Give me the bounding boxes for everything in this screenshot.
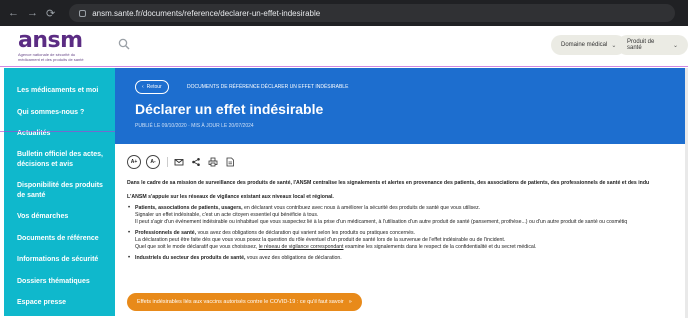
font-decrease-button[interactable]: A- (146, 155, 160, 169)
breadcrumb-current: DÉCLARER UN EFFET INDÉSIRABLE (261, 84, 349, 90)
list-item-text: vous avez des obligations de déclaration… (245, 255, 342, 261)
sidebar-item-dossiers[interactable]: Dossiers thématiques (17, 277, 109, 287)
chevron-down-icon: ⌄ (672, 42, 678, 49)
pdf-download-icon[interactable] (225, 157, 235, 167)
logo-wordmark: ansm (18, 28, 83, 53)
list-item: Industriels du secteur des produits de s… (127, 255, 688, 262)
print-icon[interactable] (208, 157, 218, 167)
list-item-text: Signaler un effet indésirable, c'est un … (135, 212, 319, 218)
sidebar-item-medicaments[interactable]: Les médicaments et moi (17, 86, 109, 96)
search-icon[interactable] (118, 38, 130, 50)
sidebar-item-bulletin[interactable]: Bulletin officiel des actes, décisions e… (17, 150, 109, 170)
product-menu-button[interactable]: Produit de santé ⌄ (617, 35, 688, 55)
list-item-text: vous avez des obligations de déclaration… (196, 230, 415, 236)
list-item-title: Professionnels de santé, (135, 230, 197, 236)
sidebar-item-securite[interactable]: Informations de sécurité (17, 255, 109, 265)
product-menu-label: Produit de santé (627, 39, 655, 51)
site-header: ansm Agence nationale de sécurité du méd… (0, 26, 688, 66)
toolbar-divider (167, 157, 168, 167)
list-item-title: Industriels du secteur des produits de s… (135, 255, 246, 261)
email-icon[interactable] (174, 157, 184, 167)
reload-icon[interactable]: ⟳ (46, 7, 55, 20)
intro-paragraph: Dans le cadre de sa mission de surveilla… (127, 180, 650, 186)
back-button-label: Retour (146, 84, 162, 90)
list-item-text: examine les signalements dans le respect… (343, 244, 537, 250)
article-body: Dans le cadre de sa mission de surveilla… (127, 180, 688, 262)
chevron-left-icon: ‹ (142, 84, 144, 90)
list-item-text: en déclarant vous contribuez avec nous à… (242, 205, 481, 211)
network-paragraph: L'ANSM s'appuie sur les réseaux de vigil… (127, 194, 334, 200)
ansm-logo[interactable]: ansm Agence nationale de sécurité du méd… (18, 28, 98, 63)
back-button[interactable]: ‹ Retour (135, 80, 169, 94)
reporter-list: Patients, associations de patients, usag… (127, 205, 688, 262)
chevron-down-icon: ⌄ (611, 42, 617, 49)
sidebar-item-demarches[interactable]: Vos démarches (17, 212, 109, 222)
page-hero: ‹ Retour DOCUMENTS DE RÉFÉRENCE › DÉCLAR… (115, 68, 688, 144)
font-increase-button[interactable]: A+ (127, 155, 141, 169)
covid-vaccine-button[interactable]: Effets indésirables liés aux vaccins aut… (127, 293, 362, 311)
sidebar-item-presse[interactable]: Espace presse (17, 298, 109, 308)
browser-toolbar: ← → ⟳ ansm.sante.fr/documents/reference/… (0, 0, 688, 26)
breadcrumb-documents[interactable]: DOCUMENTS DE RÉFÉRENCE (187, 84, 260, 90)
address-bar[interactable]: ansm.sante.fr/documents/reference/declar… (69, 4, 676, 22)
page-toolbar: A+ A- (127, 155, 242, 169)
page-title: Déclarer un effet indésirable (135, 101, 324, 117)
forward-arrow-icon[interactable]: → (27, 7, 38, 20)
lock-icon (79, 9, 87, 17)
back-arrow-icon[interactable]: ← (8, 7, 19, 20)
browser-nav: ← → ⟳ (8, 7, 55, 20)
publication-dates: PUBLIÉ LE 09/10/2020 · MIS À JOUR LE 20/… (135, 123, 254, 129)
list-item: Professionnels de santé, vous avez des o… (127, 230, 688, 251)
list-item-text: Il peut s'agir d'un événement indésirabl… (135, 219, 628, 225)
sidebar-item-qui-sommes-nous[interactable]: Qui sommes-nous ? (17, 108, 109, 118)
list-item: Patients, associations de patients, usag… (127, 205, 688, 226)
list-item-text: La déclaration peut être faite dès que v… (135, 237, 506, 243)
sidebar-item-disponibilite[interactable]: Disponibilité des produits de santé (17, 181, 109, 201)
covid-vaccine-button-label: Effets indésirables liés aux vaccins aut… (137, 299, 344, 305)
url-text: ansm.sante.fr/documents/reference/declar… (92, 8, 321, 18)
list-item-title: Patients, associations de patients, usag… (135, 205, 243, 211)
domain-menu-label: Domaine médical (561, 42, 608, 48)
sidebar-item-documents[interactable]: Documents de référence (17, 234, 109, 244)
share-icon[interactable] (191, 157, 201, 167)
logo-tagline: Agence nationale de sécurité du médicame… (18, 52, 84, 62)
double-chevron-right-icon: » (348, 299, 352, 305)
sidebar-nav: Les médicaments et moi Qui sommes-nous ?… (4, 68, 115, 316)
breadcrumb-separator: › (253, 84, 255, 90)
overlay-line (0, 66, 688, 67)
vigilance-network-link[interactable]: le réseau de vigilance correspondant (259, 244, 344, 250)
list-item-text: Quel que soit le mode déclaratif que vou… (135, 244, 259, 250)
domain-menu-button[interactable]: Domaine médical ⌄ (551, 35, 627, 55)
